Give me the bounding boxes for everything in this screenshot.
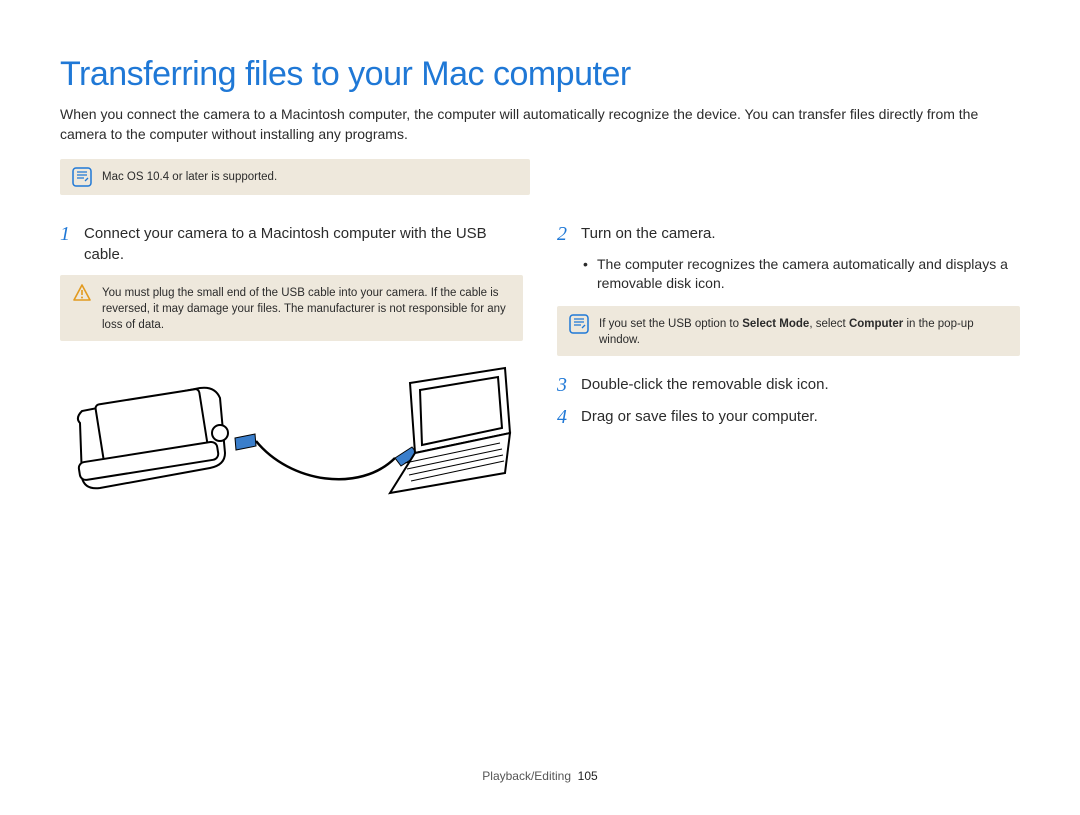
intro-paragraph: When you connect the camera to a Macinto… xyxy=(60,104,1020,145)
step-3: 3 Double-click the removable disk icon. xyxy=(557,374,1020,396)
page-footer: Playback/Editing 105 xyxy=(0,769,1080,783)
footer-section: Playback/Editing xyxy=(482,769,571,783)
note-icon xyxy=(72,167,92,187)
step-text: Connect your camera to a Macintosh compu… xyxy=(84,223,523,265)
top-note-text: Mac OS 10.4 or later is supported. xyxy=(102,167,518,185)
step-2-bullet: • The computer recognizes the camera aut… xyxy=(583,255,1020,294)
step-number: 4 xyxy=(557,406,571,428)
step-text: Turn on the camera. xyxy=(581,223,716,244)
step-number: 2 xyxy=(557,223,571,245)
note-icon xyxy=(569,314,589,334)
usb-note-text: If you set the USB option to Select Mode… xyxy=(599,314,1008,348)
top-note-box: Mac OS 10.4 or later is supported. xyxy=(60,159,530,195)
step-text: Drag or save files to your computer. xyxy=(581,406,818,427)
step-1: 1 Connect your camera to a Macintosh com… xyxy=(60,223,523,265)
manual-page: Transferring files to your Mac computer … xyxy=(0,0,1080,815)
bullet-text: The computer recognizes the camera autom… xyxy=(597,255,1020,294)
step-number: 3 xyxy=(557,374,571,396)
step-number: 1 xyxy=(60,223,74,245)
page-title: Transferring files to your Mac computer xyxy=(60,55,1020,94)
bullet-dot: • xyxy=(583,255,589,294)
step-4: 4 Drag or save files to your computer. xyxy=(557,406,1020,428)
warning-icon xyxy=(72,283,92,303)
left-column: 1 Connect your camera to a Macintosh com… xyxy=(60,223,523,523)
step-text: Double-click the removable disk icon. xyxy=(581,374,829,395)
step-2: 2 Turn on the camera. xyxy=(557,223,1020,245)
right-column: 2 Turn on the camera. • The computer rec… xyxy=(557,223,1020,523)
content-columns: 1 Connect your camera to a Macintosh com… xyxy=(60,223,1020,523)
connection-illustration xyxy=(60,363,520,523)
footer-page-number: 105 xyxy=(578,769,598,783)
usb-note-box: If you set the USB option to Select Mode… xyxy=(557,306,1020,356)
warning-text: You must plug the small end of the USB c… xyxy=(102,283,511,333)
warning-box: You must plug the small end of the USB c… xyxy=(60,275,523,341)
